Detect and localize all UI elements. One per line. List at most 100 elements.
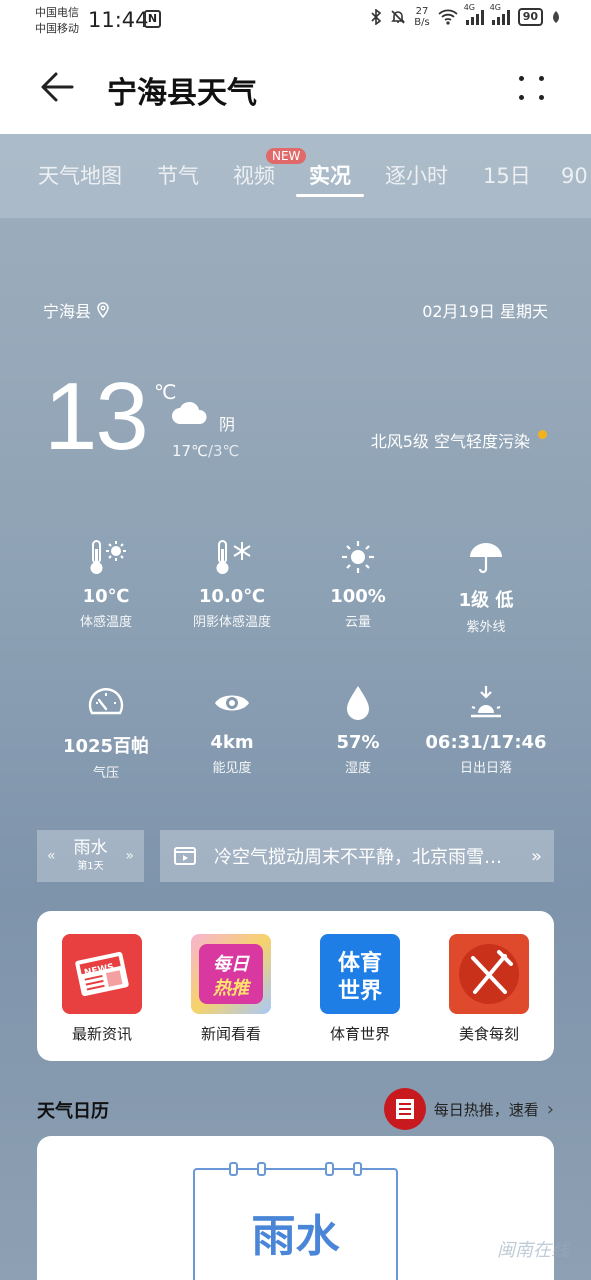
- active-tab-indicator: [296, 194, 364, 197]
- cloud-icon: [172, 401, 207, 424]
- metric-label: 日出日落: [459, 761, 512, 776]
- more-dot-icon: [519, 95, 524, 100]
- metric-shade-feels-like[interactable]: 10.0℃ 阴影体感温度: [168, 536, 296, 630]
- metric-label: 紫外线: [466, 620, 506, 635]
- mute-bell-icon: [391, 10, 406, 24]
- net-speed-unit: B/s: [414, 17, 430, 28]
- metric-cloud-cover[interactable]: 100% 云量: [294, 536, 422, 630]
- net-speed-value: 27: [415, 6, 429, 17]
- thermometer-snow-icon: [216, 540, 251, 574]
- metric-humidity[interactable]: 57% 湿度: [294, 682, 422, 776]
- new-badge: NEW: [266, 148, 307, 164]
- daily-hot-icon-label-1: 每日: [213, 954, 250, 975]
- metric-value: 10.0℃: [198, 586, 266, 607]
- metric-value: 1级 低: [458, 590, 514, 611]
- title-bar: 宁海县天气: [0, 42, 591, 134]
- solar-term-name: 雨水: [73, 838, 108, 858]
- sun-icon: [342, 541, 374, 573]
- metric-value: 06:31/17:46: [425, 732, 547, 753]
- high-low-temp: 17℃/3℃: [172, 442, 239, 460]
- metric-sunrise-sunset[interactable]: 06:31/17:46 日出日落: [422, 682, 550, 776]
- metric-value: 57%: [336, 732, 380, 753]
- chevron-left-icon[interactable]: «: [47, 848, 56, 864]
- signal-icon-1: 4G: [464, 3, 484, 25]
- weather-calendar-card[interactable]: 雨水: [37, 1136, 554, 1280]
- metric-label: 云量: [344, 615, 371, 630]
- high-temp: 17℃: [172, 442, 208, 460]
- droplet-icon: [347, 686, 369, 720]
- weather-condition: 阴: [219, 415, 236, 434]
- carrier-info: 中国电信 中国移动: [35, 5, 79, 37]
- wind-air-quality[interactable]: 北风5级 空气轻度污染: [371, 428, 530, 452]
- watermark: 闽南在线: [497, 1240, 569, 1261]
- calendar-ring-icon: [229, 1162, 238, 1176]
- app-food-moment[interactable]: 美食每刻: [439, 934, 539, 1044]
- chevron-right-icon: ›: [546, 1098, 554, 1120]
- app-latest-news[interactable]: NEWS 最新资讯: [52, 934, 152, 1044]
- sunrise-icon: [471, 686, 501, 718]
- umbrella-icon: [470, 543, 502, 574]
- tab-hourly[interactable]: 逐小时: [385, 160, 448, 190]
- more-dot-icon: [539, 76, 544, 81]
- back-button[interactable]: [38, 67, 78, 107]
- status-icons: 27 B/s 4G 4G 90: [370, 3, 561, 28]
- food-app-icon: [449, 934, 529, 1014]
- calendar-ring-icon: [353, 1162, 362, 1176]
- low-temp: /3℃: [207, 442, 240, 460]
- newspaper-icon: [383, 1088, 426, 1130]
- metric-uv-index[interactable]: 1级 低 紫外线: [422, 536, 550, 635]
- current-date: 02月19日 星期天: [422, 302, 548, 321]
- news-app-icon: NEWS: [62, 934, 142, 1014]
- news-headline: 冷空气搅动周末不平静，北京雨雪…: [214, 847, 502, 868]
- app-label: 新闻看看: [200, 1025, 261, 1043]
- status-bar: 中国电信 中国移动 11:44 N 27 B/s 4G 4G 90: [0, 0, 591, 42]
- location[interactable]: 宁海县: [43, 298, 109, 322]
- metric-value: 1025百帕: [62, 736, 150, 757]
- promo-text: 每日热推，速看: [433, 1100, 539, 1119]
- daily-hot-icon-label-2: 热推: [212, 978, 252, 999]
- status-time: 11:44: [88, 8, 149, 32]
- app-label: 美食每刻: [458, 1025, 519, 1043]
- solar-term-card[interactable]: « 雨水 第1天 »: [37, 830, 144, 882]
- tab-90-day[interactable]: 90日: [561, 160, 591, 190]
- daily-hot-promo[interactable]: 每日热推，速看 ›: [383, 1088, 554, 1130]
- air-quality-dot: [538, 430, 547, 439]
- net-speed: 27 B/s: [414, 6, 429, 28]
- leaf-icon: [553, 11, 559, 23]
- more-dot-icon: [519, 76, 524, 81]
- metric-label: 阴影体感温度: [192, 615, 271, 630]
- app-news-watch[interactable]: 每日 热推 新闻看看: [181, 934, 281, 1044]
- sports-app-icon: 体育 世界: [320, 934, 400, 1014]
- battery-icon: 90: [517, 8, 543, 26]
- app-label: 体育世界: [329, 1025, 390, 1043]
- tab-weather-map[interactable]: 天气地图: [38, 160, 122, 190]
- tab-solar-terms[interactable]: 节气: [157, 160, 199, 190]
- metric-visibility[interactable]: 4km 能见度: [168, 682, 296, 776]
- metric-feels-like[interactable]: 10℃ 体感温度: [42, 536, 170, 630]
- calendar-ring-icon: [257, 1162, 266, 1176]
- metric-label: 气压: [92, 766, 119, 781]
- pressure-gauge-icon: [88, 688, 124, 715]
- app-sports-world[interactable]: 体育 世界 体育世界: [310, 934, 410, 1044]
- carrier-1: 中国电信: [35, 6, 79, 19]
- daily-hot-app-icon: 每日 热推: [191, 934, 271, 1014]
- double-chevron-right-icon: »: [530, 845, 542, 867]
- more-button[interactable]: [519, 72, 549, 104]
- calendar-ring-icon: [325, 1162, 334, 1176]
- tab-bar: 天气地图 节气 视频 实况 逐小时 15日 90日: [0, 134, 591, 218]
- carrier-2: 中国移动: [35, 22, 79, 35]
- sports-icon-label-1: 体育: [338, 950, 382, 976]
- metric-value: 4km: [210, 732, 254, 753]
- metric-label: 湿度: [344, 761, 371, 776]
- news-ticker[interactable]: 冷空气搅动周末不平静，北京雨雪… »: [160, 830, 554, 882]
- location-name: 宁海县: [43, 302, 92, 321]
- sports-icon-label-2: 世界: [338, 979, 382, 1004]
- calendar-page: 雨水: [193, 1162, 398, 1280]
- tab-15-day[interactable]: 15日: [483, 160, 531, 190]
- chevron-right-icon[interactable]: »: [125, 848, 134, 864]
- tab-video[interactable]: 视频: [233, 160, 275, 190]
- metric-pressure[interactable]: 1025百帕 气压: [42, 682, 170, 781]
- signal-tag-1: 4G: [463, 3, 475, 12]
- metric-label: 体感温度: [79, 615, 132, 630]
- tab-live[interactable]: 实况: [309, 160, 351, 190]
